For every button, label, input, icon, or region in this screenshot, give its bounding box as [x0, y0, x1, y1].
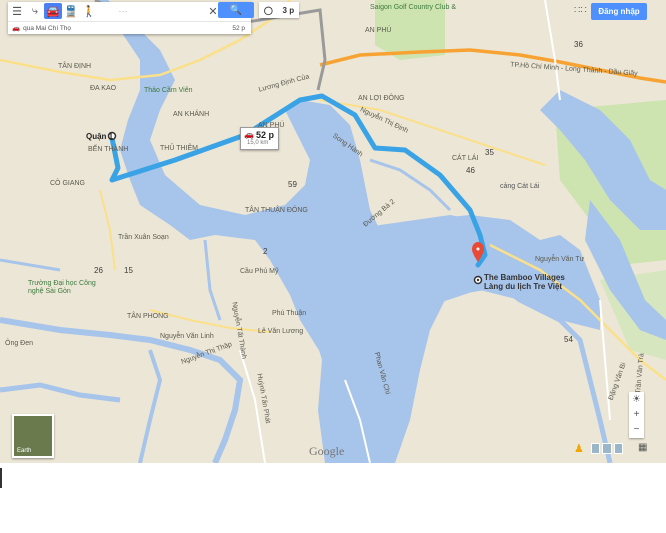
route-summary-row[interactable]: 🚗 qua Mai Chí Thọ 52 p — [8, 21, 251, 34]
road-label: Nguyễn Văn Linh — [160, 333, 214, 340]
route-time-small: 52 p — [232, 24, 245, 32]
apps-grid-icon[interactable]: ∷∷ — [574, 5, 587, 16]
zoom-control: ☀ + − — [629, 392, 644, 438]
road-label: Cầu Phú Mỹ — [240, 268, 279, 275]
route-number: 46 — [466, 166, 475, 175]
poi-label: Trường Đại học Công nghệ Sài Gòn — [28, 280, 96, 295]
road-label: Phú Thuận — [272, 310, 307, 317]
transport-chip[interactable]: ◯ 3 p — [259, 2, 299, 18]
route-distance: 15,0 km — [247, 140, 269, 146]
photo-thumbnail[interactable] — [602, 443, 612, 454]
menu-icon[interactable]: ☰ — [8, 3, 26, 19]
more-icon[interactable]: ··· — [98, 3, 148, 19]
route-number: 35 — [485, 148, 494, 157]
route-number: 59 — [288, 180, 297, 189]
road-label: Nguyễn Văn Tư — [535, 256, 585, 263]
poi-label: Saigon Golf Country Club & — [370, 4, 456, 11]
route-number: 54 — [564, 335, 573, 344]
earth-view-toggle[interactable]: Earth — [12, 414, 54, 458]
district-label: CÁT LÁI — [452, 155, 479, 162]
destination-label[interactable]: The Bamboo Villages Làng du lịch Tre Việ… — [484, 273, 565, 291]
destination-name: The Bamboo Villages — [484, 273, 565, 282]
imagery-thumbnails[interactable] — [591, 443, 623, 454]
compass-icon[interactable]: ☀ — [629, 392, 644, 407]
district-label: ĐA KAO — [90, 85, 117, 92]
district-label: TÂN ĐỊNH — [58, 63, 92, 70]
poi-label: cảng Cát Lái — [500, 183, 540, 190]
map-canvas[interactable]: TÂN ĐỊNH ĐA KAO BẾN THÀNH CÔ GIANG AN KH… — [0, 0, 666, 463]
destination-subtitle: Làng du lịch Tre Việt — [484, 282, 563, 291]
route-number: 36 — [574, 40, 583, 49]
route-number: 2 — [263, 247, 268, 256]
poi-label: Thảo Cầm Viên — [144, 87, 193, 94]
walk-icon[interactable]: 🚶 — [80, 3, 98, 19]
photo-thumbnail[interactable] — [591, 443, 601, 454]
route-number: 26 — [94, 266, 103, 275]
route-via: qua Mai Chí Thọ — [23, 24, 72, 32]
zoom-in-button[interactable]: + — [629, 407, 644, 422]
signin-button[interactable]: Đăng nhập — [591, 3, 647, 20]
route-info-bubble[interactable]: 🚗 52 p 15,0 km — [240, 127, 279, 150]
transport-chip-label: 3 p — [282, 5, 295, 15]
district-label: AN PHÚ — [365, 27, 392, 34]
mouse-icon: ◯ — [263, 5, 273, 15]
zoom-out-button[interactable]: − — [629, 422, 644, 437]
route-time: 52 p — [256, 130, 275, 140]
origin-label[interactable]: Quận 1 — [86, 132, 113, 141]
district-label: AN LỢI ĐÔNG — [358, 95, 405, 102]
road-label: Trần Xuân Soạn — [118, 234, 169, 241]
car-icon: 🚗 — [244, 130, 254, 139]
district-label: AN KHÁNH — [173, 111, 210, 118]
travel-mode-bar: ☰ ⤷ 🚘 🚆 🚶 ··· ✕ — [8, 2, 251, 20]
earth-label: Earth — [17, 448, 32, 454]
expand-icon[interactable]: ▦ — [638, 442, 647, 453]
car-icon: 🚗 — [12, 25, 21, 32]
route-number: 15 — [124, 266, 133, 275]
road-label: Lê Văn Lương — [258, 328, 304, 335]
pegman-icon[interactable]: ♟ — [574, 442, 584, 455]
edge-artifact — [0, 468, 2, 488]
district-label: TÂN THUẬN ĐÔNG — [245, 207, 308, 214]
district-label: BẾN THÀNH — [88, 146, 129, 153]
transit-icon[interactable]: 🚆 — [62, 3, 80, 19]
car-icon[interactable]: 🚘 — [44, 3, 62, 19]
district-label: CÔ GIANG — [50, 180, 86, 187]
district-label: TÂN PHONG — [127, 313, 169, 320]
google-logo: Google — [309, 444, 345, 458]
search-button[interactable]: 🔍 — [218, 2, 254, 18]
directions-panel: ☰ ⤷ 🚘 🚆 🚶 ··· ✕ 🚗 qua Mai Chí Thọ 52 p — [8, 2, 251, 34]
directions-icon[interactable]: ⤷ — [26, 3, 44, 19]
photo-thumbnail[interactable] — [613, 443, 623, 454]
road-label: Ông Đen — [5, 340, 34, 347]
search-icon: 🔍 — [229, 4, 243, 16]
district-label: THỦ THIÊM — [160, 145, 198, 152]
